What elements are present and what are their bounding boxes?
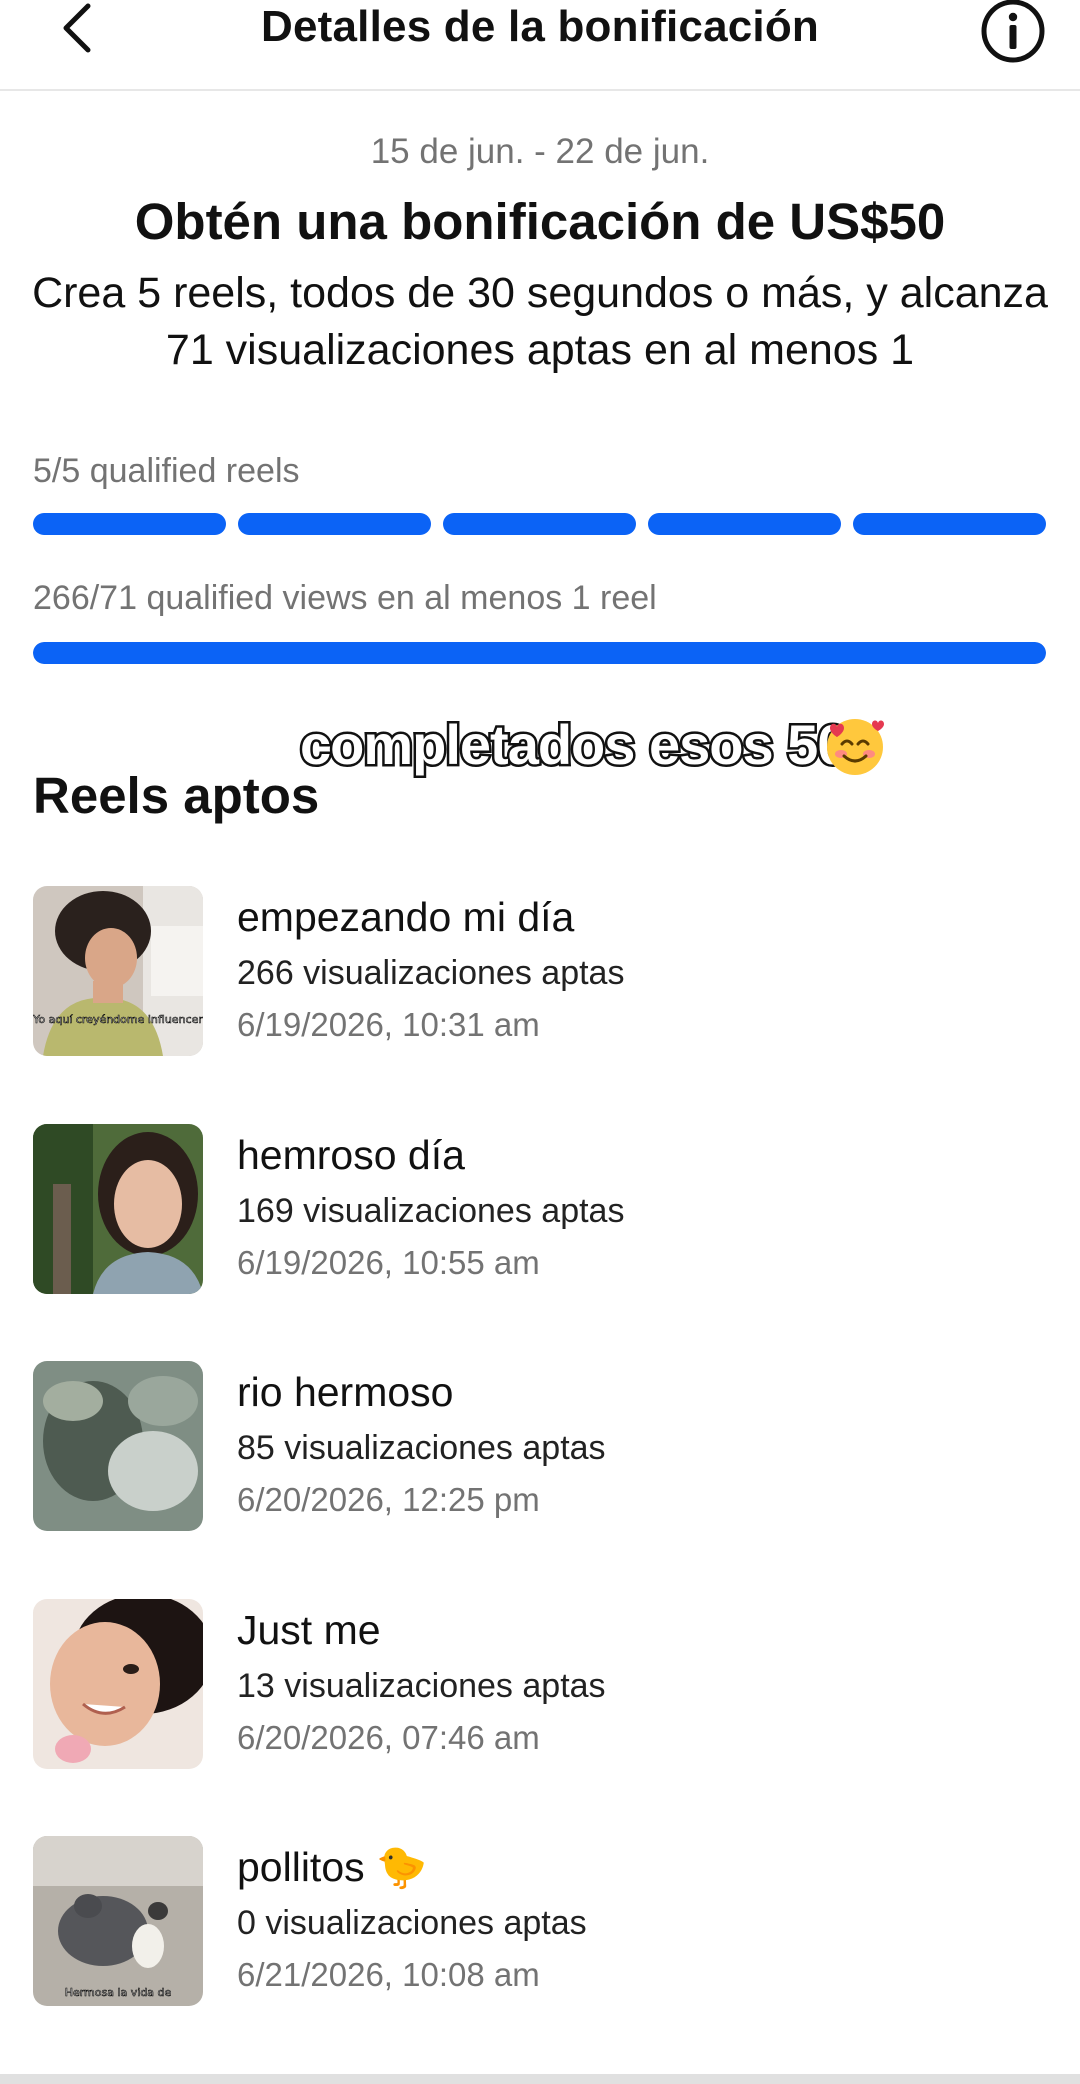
page-title: Detalles de la bonificación — [261, 2, 819, 51]
reel-views: 13 visualizaciones aptas — [237, 1667, 606, 1705]
bottom-divider — [0, 2074, 1080, 2084]
reels-progress-bar — [33, 513, 1046, 537]
reel-title: Just me — [237, 1607, 381, 1653]
reel-date: 6/20/2026, 12:25 pm — [237, 1481, 540, 1518]
views-progress-bar — [33, 642, 1046, 664]
reel-progress-segment — [238, 513, 431, 535]
reel-thumbnail — [33, 1361, 203, 1531]
views-progress-fill — [33, 642, 1046, 664]
views-progress-label: 266/71 qualified views en al menos 1 ree… — [33, 579, 657, 617]
reel-thumbnail-caption: Yo aquí creyéndome influencer — [33, 1013, 203, 1026]
reel-date: 6/20/2026, 07:46 am — [237, 1719, 540, 1756]
reel-views: 0 visualizaciones aptas — [237, 1904, 587, 1942]
section-title: Reels aptos — [33, 767, 320, 824]
info-button[interactable] — [980, 0, 1046, 64]
reel-thumbnail — [33, 1599, 203, 1769]
smiling-face-with-hearts-icon — [827, 719, 884, 775]
reel-progress-segment — [33, 513, 226, 535]
reel-item[interactable]: hemroso día 169 visualizaciones aptas 6/… — [33, 1124, 1046, 1294]
reel-thumbnail: Yo aquí creyéndome influencer — [33, 886, 203, 1056]
reel-date: 6/21/2026, 10:08 am — [237, 1956, 540, 1993]
reel-progress-segment — [648, 513, 841, 535]
reel-views: 266 visualizaciones aptas — [237, 954, 625, 992]
reel-progress-segment — [853, 513, 1046, 535]
bonus-description: Crea 5 reels, todos de 30 segundos o más… — [32, 269, 1048, 374]
reel-thumbnail-caption: Hermosa la vida de — [65, 1986, 172, 1999]
top-bar: Detalles de la bonificación — [0, 0, 1080, 91]
reels-progress-label: 5/5 qualified reels — [33, 452, 300, 490]
bonus-title: Obtén una bonificación de US$50 — [134, 193, 946, 250]
reel-item[interactable]: Yo aquí creyéndome influencer empezando … — [33, 886, 1046, 1056]
reel-date: 6/19/2026, 10:55 am — [237, 1244, 540, 1281]
reel-item[interactable]: Just me 13 visualizaciones aptas 6/20/20… — [33, 1599, 1046, 1769]
info-circle-icon — [981, 0, 1045, 63]
reel-title: rio hermoso — [237, 1369, 454, 1415]
reel-progress-segment — [443, 513, 636, 535]
overlay-caption: completados esos 50 — [297, 711, 850, 779]
reel-thumbnail: Hermosa la vida de — [33, 1836, 203, 2006]
reel-title: empezando mi día — [237, 894, 575, 940]
reel-thumbnail — [33, 1124, 203, 1294]
reel-views: 169 visualizaciones aptas — [237, 1192, 625, 1230]
reel-title: hemroso día — [237, 1132, 465, 1178]
reel-item[interactable]: rio hermoso 85 visualizaciones aptas 6/2… — [33, 1361, 1046, 1531]
reel-views: 85 visualizaciones aptas — [237, 1429, 606, 1467]
reel-date: 6/19/2026, 10:31 am — [237, 1006, 540, 1043]
date-range: 15 de jun. - 22 de jun. — [370, 132, 710, 171]
reel-item[interactable]: Hermosa la vida de pollitos 🐤 0 visualiz… — [33, 1836, 1046, 2006]
reel-title: pollitos 🐤 — [237, 1844, 428, 1890]
